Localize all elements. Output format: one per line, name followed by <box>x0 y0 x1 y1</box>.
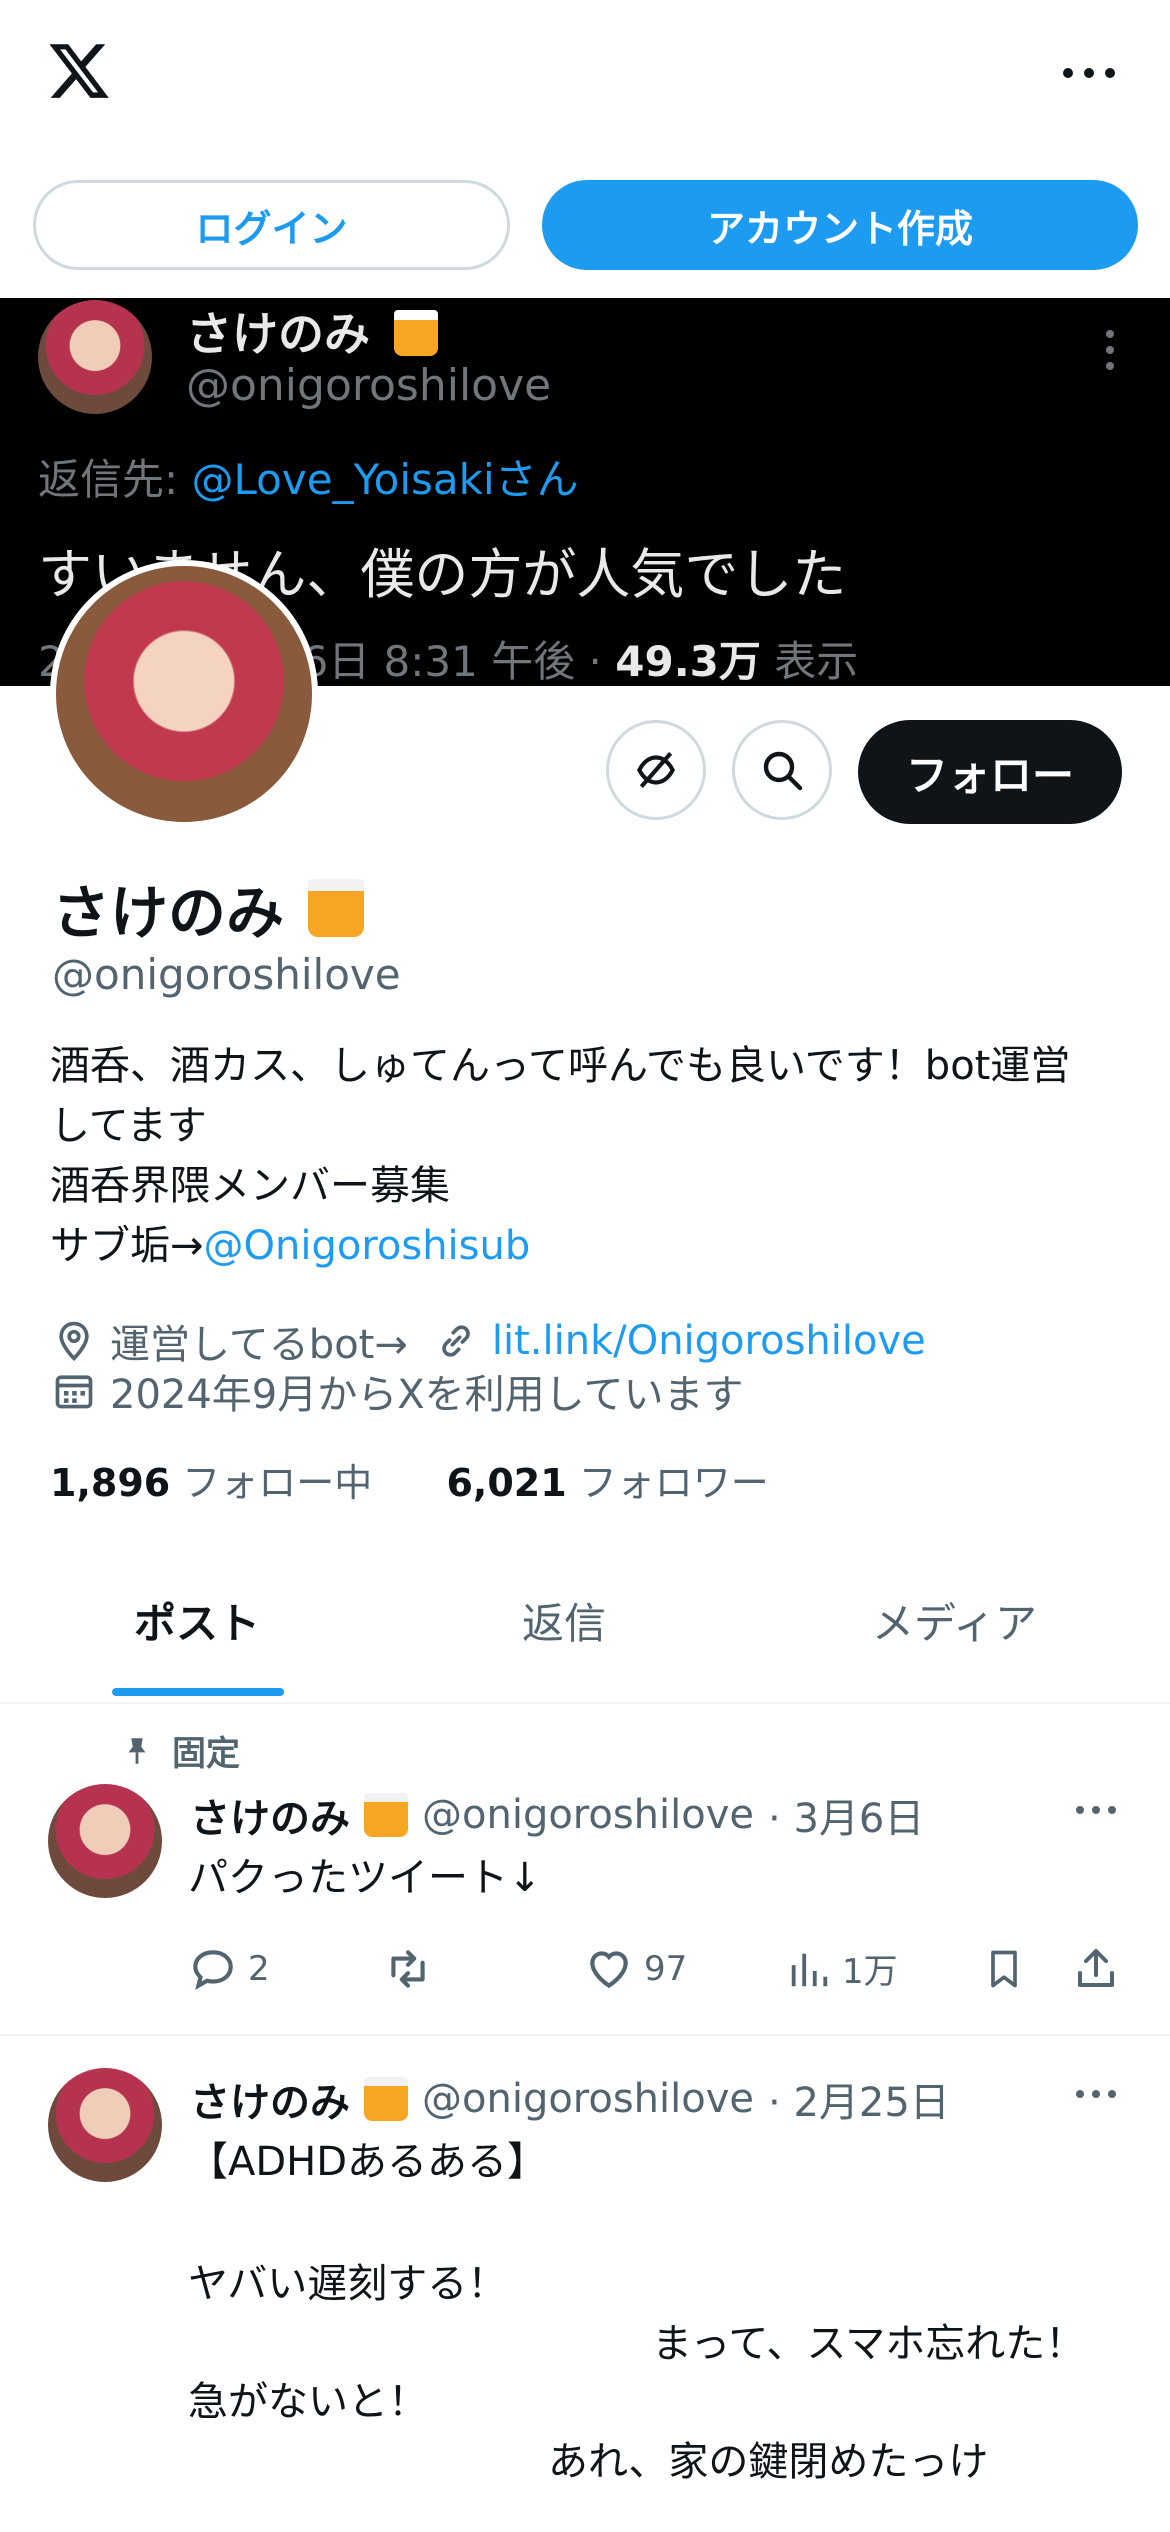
login-button[interactable]: ログイン <box>33 180 510 270</box>
views-action[interactable]: 1万 <box>786 1944 898 1993</box>
beer-icon <box>394 310 439 356</box>
post-header: さけのみ @onigoroshilove · 2月25日 <box>190 2076 950 2126</box>
post-avatar[interactable] <box>48 1784 162 1898</box>
like-action[interactable]: 97 <box>584 1944 687 1994</box>
slashed-circle-icon <box>637 751 675 789</box>
follow-counts: 1,896 フォロー中 6,021 フォロワー <box>50 1452 769 1507</box>
following-link[interactable]: 1,896 フォロー中 <box>50 1461 372 1505</box>
website-link[interactable]: lit.link/Onigoroshilove <box>492 1318 926 1364</box>
banner-handle: @onigoroshilove <box>186 360 552 411</box>
tab-posts[interactable]: ポスト <box>134 1590 260 1651</box>
reply-icon <box>193 1950 233 1990</box>
post-divider <box>0 2034 1170 2036</box>
post-text-line: 急がないと！ <box>188 2379 428 2425</box>
profile-name: さけのみ <box>52 866 365 950</box>
post-more-icon[interactable] <box>1072 2084 1120 2104</box>
sub-account-link[interactable]: @Onigoroshisub <box>204 1223 531 1269</box>
hide-icon-button[interactable] <box>606 720 706 820</box>
banner-name: さけのみ <box>186 298 439 364</box>
bookmark-action[interactable] <box>982 1944 1026 1994</box>
banner-more-icon <box>1106 330 1114 370</box>
search-icon <box>763 751 803 791</box>
followers-link[interactable]: 6,021 フォロワー <box>446 1461 768 1505</box>
more-options-icon[interactable] <box>1058 58 1120 88</box>
pin-icon <box>128 1737 146 1764</box>
share-action[interactable] <box>1072 1944 1120 1994</box>
post-text-line: 【ADHDあるある】 <box>188 2139 548 2185</box>
banner-reply-to: 返信先: @Love_Yoisakiさん <box>38 455 579 504</box>
x-logo-icon[interactable] <box>44 38 114 104</box>
tabs-divider <box>0 1702 1170 1704</box>
tab-media[interactable]: メディア <box>872 1590 1037 1651</box>
active-tab-indicator <box>112 1688 284 1696</box>
repost-icon <box>391 1950 425 1988</box>
link-icon <box>442 1325 470 1357</box>
beer-icon <box>364 1793 408 1837</box>
calendar-icon <box>55 1375 93 1409</box>
post-more-icon[interactable] <box>1072 1800 1120 1820</box>
post-text-line: まって、スマホ忘れた！ <box>652 2321 1086 2367</box>
post-header: さけのみ @onigoroshilove · 3月6日 <box>190 1792 925 1842</box>
repost-action[interactable] <box>382 1944 434 1994</box>
post-text-line: あれ、家の鍵閉めたっけ <box>548 2439 989 2485</box>
post-text: パクったツイート↓ <box>188 1855 542 1901</box>
bar-chart-icon <box>791 1953 828 1986</box>
banner-avatar <box>38 300 152 414</box>
location-pin-icon <box>59 1321 89 1362</box>
tab-replies[interactable]: 返信 <box>522 1590 606 1651</box>
share-icon <box>1078 1949 1114 1987</box>
create-account-button[interactable]: アカウント作成 <box>542 180 1138 270</box>
search-button[interactable] <box>732 720 832 820</box>
profile-handle: @onigoroshilove <box>52 950 401 999</box>
heart-icon <box>590 1951 628 1989</box>
post-text-line: ヤバい遅刻する！ <box>188 2261 508 2307</box>
beer-icon <box>364 2077 408 2121</box>
profile-bio: 酒呑、酒カス、しゅてんって呼んでも良いです！bot運営 してます 酒呑界隈メンバ… <box>50 1043 1071 1269</box>
post-avatar[interactable] <box>48 2068 162 2182</box>
follow-button[interactable]: フォロー <box>858 720 1122 824</box>
reply-action[interactable]: 2 <box>188 1944 270 1994</box>
bookmark-icon <box>991 1950 1017 1988</box>
profile-avatar[interactable] <box>50 560 318 828</box>
beer-icon <box>308 879 365 937</box>
pinned-indicator: 固定 <box>120 1726 240 1775</box>
profile-meta-joined: 2024年9月からXを利用しています <box>52 1362 743 1420</box>
